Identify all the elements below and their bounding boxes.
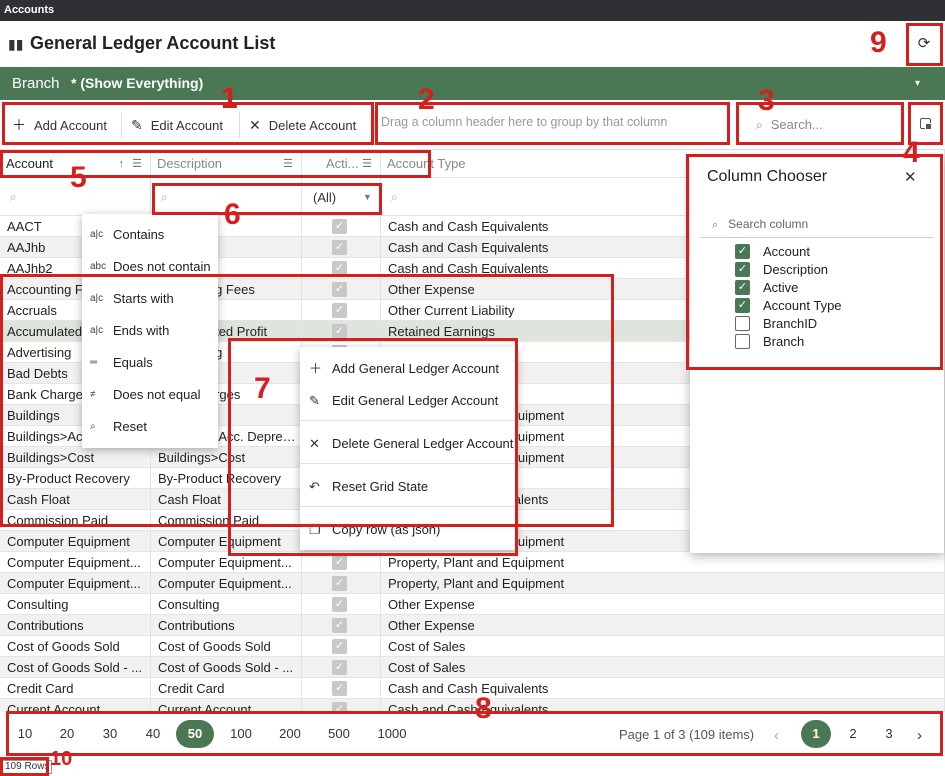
annotation-number-5: 5 xyxy=(70,161,87,194)
active-checkbox: ✓ xyxy=(332,639,347,654)
annotation-number-8: 8 xyxy=(475,692,492,725)
active-checkbox: ✓ xyxy=(332,618,347,633)
search-icon: ⌕ xyxy=(10,190,17,204)
table-row[interactable]: Computer Equipment... Computer Equipment.… xyxy=(0,573,945,594)
cell-account[interactable]: Computer Equipment... xyxy=(0,552,151,573)
cell-description[interactable]: Contributions xyxy=(151,615,302,636)
book-icon: ▮▮ xyxy=(8,36,24,52)
cell-description[interactable]: Computer Equipment... xyxy=(151,573,302,594)
table-row[interactable]: Credit Card Credit Card Cash and Cash Equi… xyxy=(0,678,945,699)
branch-value: * (Show Everything) xyxy=(71,75,204,91)
contains-icon: a|c xyxy=(90,229,104,240)
branch-selector[interactable]: Branch * (Show Everything) ▾ xyxy=(0,67,945,100)
annotation-number-1: 1 xyxy=(221,82,238,115)
active-checkbox: ✓ xyxy=(332,576,347,591)
active-checkbox: ✓ xyxy=(332,219,347,234)
annotation-number-4: 4 xyxy=(903,136,920,169)
window-titlebar: Accounts xyxy=(0,0,945,21)
cell-account[interactable]: Computer Equipment... xyxy=(0,573,151,594)
cell-account-type[interactable]: Other Expense xyxy=(381,615,945,636)
app-window: Accounts ▮▮ General Ledger Account List … xyxy=(0,0,945,776)
cell-description[interactable]: Cost of Goods Sold xyxy=(151,636,302,657)
active-checkbox: ✓ xyxy=(332,681,347,696)
page-header: ▮▮ General Ledger Account List ⟳ xyxy=(0,21,945,67)
cell-description[interactable]: Cost of Goods Sold - ... xyxy=(151,657,302,678)
cell-description[interactable]: Credit Card xyxy=(151,678,302,699)
cell-account-type[interactable]: Other Expense xyxy=(381,594,945,615)
table-row[interactable]: Cost of Goods Sold Cost of Goods Sold Cost… xyxy=(0,636,945,657)
annotation-number-9: 9 xyxy=(870,26,887,59)
cell-account[interactable]: Credit Card xyxy=(0,678,151,699)
table-row[interactable]: Consulting Consulting Other Expense ✓ xyxy=(0,594,945,615)
filter-menu-item[interactable]: a|c Contains xyxy=(82,219,218,251)
annotation-box-9 xyxy=(906,23,943,66)
cell-account[interactable]: Cost of Goods Sold - ... xyxy=(0,657,151,678)
annotation-number-10: 10 xyxy=(50,748,73,770)
filter-menu-label: Contains xyxy=(113,227,165,242)
annotation-number-2: 2 xyxy=(418,83,435,116)
active-checkbox: ✓ xyxy=(332,240,347,255)
cell-account[interactable]: Cost of Goods Sold xyxy=(0,636,151,657)
cell-account[interactable]: Computer Equipment xyxy=(0,531,151,552)
annotation-box-1 xyxy=(2,102,374,145)
annotation-box-7b xyxy=(228,338,518,556)
annotation-box-5 xyxy=(0,150,431,178)
branch-label: Branch xyxy=(12,75,60,92)
search-icon: ⌕ xyxy=(391,190,398,204)
active-checkbox: ✓ xyxy=(332,660,347,675)
active-checkbox: ✓ xyxy=(332,597,347,612)
active-checkbox: ✓ xyxy=(332,555,347,570)
cell-account[interactable]: Contributions xyxy=(0,615,151,636)
table-row[interactable]: Contributions Contributions Other Expense ✓ xyxy=(0,615,945,636)
annotation-number-3: 3 xyxy=(758,84,775,117)
table-row[interactable]: Cost of Goods Sold - ... Cost of Goods So… xyxy=(0,657,945,678)
chevron-down-icon[interactable]: ▾ xyxy=(915,67,920,100)
cell-account-type[interactable]: Cash and Cash Equivalents xyxy=(381,678,945,699)
annotation-box-10 xyxy=(0,757,49,776)
cell-account-type[interactable]: Property, Plant and Equipment xyxy=(381,573,945,594)
annotation-box-chooser xyxy=(686,154,943,370)
annotation-number-6: 6 xyxy=(224,198,241,231)
cell-account-type[interactable]: Cost of Sales xyxy=(381,636,945,657)
cell-description[interactable]: Consulting xyxy=(151,594,302,615)
cell-account-type[interactable]: Cost of Sales xyxy=(381,657,945,678)
annotation-number-7: 7 xyxy=(254,372,271,405)
cell-account[interactable]: Consulting xyxy=(0,594,151,615)
annotation-box-6 xyxy=(152,183,382,215)
page-title: General Ledger Account List xyxy=(30,33,276,53)
